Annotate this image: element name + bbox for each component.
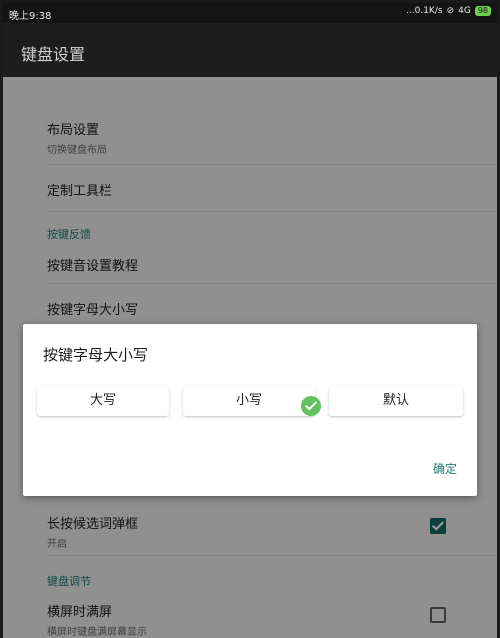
- page-title: 键盘设置: [21, 45, 86, 64]
- app-bar: 键盘设置: [3, 23, 497, 77]
- dialog-title: 按键字母大小写: [43, 346, 149, 364]
- phone-screen: 晚上9:38 ...0.1K/s ⊘ 4G 98 键盘设置 布局设置 切换键盘布…: [3, 3, 497, 638]
- status-bar: 晚上9:38 ...0.1K/s ⊘ 4G 98: [3, 3, 497, 23]
- option-lowercase[interactable]: 小写: [183, 386, 315, 416]
- option-uppercase[interactable]: 大写: [37, 386, 169, 416]
- battery-icon: 98: [474, 6, 491, 16]
- option-default[interactable]: 默认: [329, 386, 463, 416]
- network-speed: ...0.1K/s: [406, 6, 443, 16]
- letter-case-dialog: 按键字母大小写 大写 小写 默认 确定: [23, 324, 477, 496]
- selected-check-icon: [301, 396, 321, 416]
- status-icons: ...0.1K/s ⊘ 4G 98: [406, 6, 491, 16]
- signal-icon: 4G: [458, 6, 471, 16]
- status-time: 晚上9:38: [9, 11, 52, 22]
- confirm-button[interactable]: 确定: [433, 460, 457, 477]
- mute-icon: ⊘: [446, 6, 455, 16]
